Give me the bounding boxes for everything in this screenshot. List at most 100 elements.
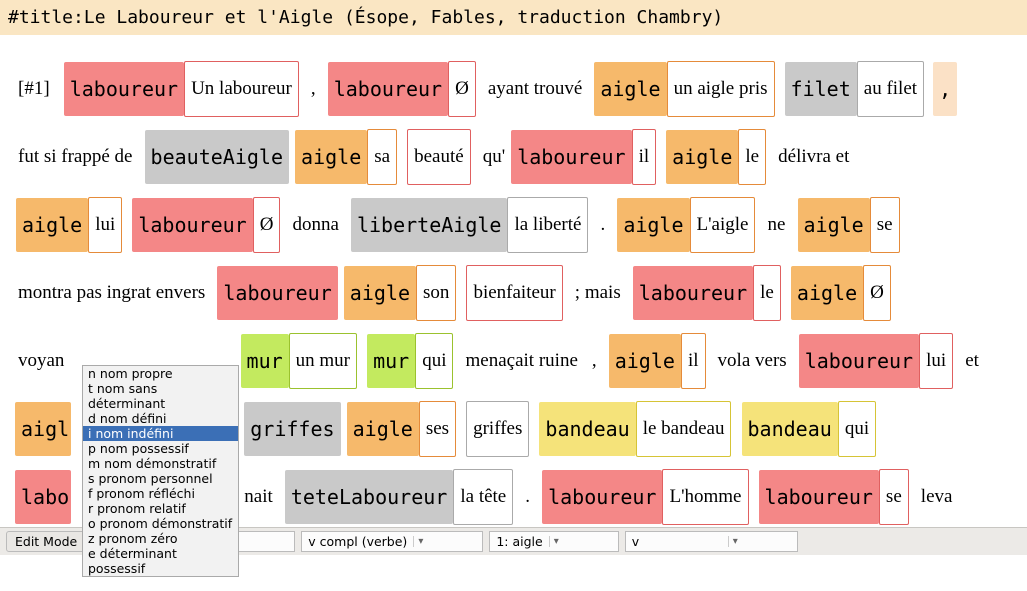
autocomplete-popup[interactable]: n nom propret nom sans déterminantd nom … xyxy=(82,365,239,577)
token-aigle[interactable]: aigle xyxy=(798,198,870,252)
token-mur[interactable]: mur xyxy=(241,334,289,388)
combo-ref[interactable]: 1: aigle ▾ xyxy=(489,531,618,552)
combo-func[interactable]: v compl (verbe) ▾ xyxy=(301,531,483,552)
text-et: et xyxy=(963,334,981,388)
text-au-filet[interactable]: au filet xyxy=(857,61,924,117)
token-laboureur[interactable]: laboureur xyxy=(542,470,662,524)
token-aigle[interactable]: aigle xyxy=(344,266,416,320)
popup-item[interactable]: f pronom réfléchi xyxy=(83,486,238,501)
popup-item[interactable]: o pronom démonstratif xyxy=(83,516,238,531)
edit-mode-button[interactable]: Edit Mode xyxy=(6,531,86,552)
token-aigle[interactable]: aigle xyxy=(609,334,681,388)
text-qui[interactable]: qui xyxy=(838,401,876,457)
title-text: #title:Le Laboureur et l'Aigle (Ésope, F… xyxy=(8,7,723,28)
chevron-down-icon: ▾ xyxy=(413,536,482,547)
token-teteLaboureur[interactable]: teteLaboureur xyxy=(285,470,454,524)
token-laboureur[interactable]: laboureur xyxy=(799,334,919,388)
dot: . xyxy=(523,470,532,524)
combo-ref-text: 1: aigle xyxy=(490,534,548,549)
text-zero[interactable]: Ø xyxy=(253,197,281,253)
token-laboureur[interactable]: laboureur xyxy=(328,62,448,116)
token-aigle[interactable]: aigle xyxy=(666,130,738,184)
text-zero[interactable]: Ø xyxy=(863,265,891,321)
popup-item[interactable]: e déterminant possessif xyxy=(83,546,238,576)
popup-item[interactable]: p nom possessif xyxy=(83,441,238,456)
token-laboureur[interactable]: laboureur xyxy=(64,62,184,116)
popup-item[interactable]: r pronom relatif xyxy=(83,501,238,516)
token-aigle[interactable]: aigle xyxy=(295,130,367,184)
text-la-liberte[interactable]: la liberté xyxy=(507,197,588,253)
token-aigl-cut[interactable]: aigl xyxy=(15,402,71,456)
token-laboureur[interactable]: laboureur xyxy=(633,266,753,320)
comma: , xyxy=(590,334,599,388)
token-liberteAigle[interactable]: liberteAigle xyxy=(351,198,508,252)
text-se[interactable]: se xyxy=(870,197,900,253)
token-aigle[interactable]: aigle xyxy=(16,198,88,252)
text-griffes[interactable]: griffes xyxy=(466,401,529,457)
combo-extra-text: v xyxy=(626,534,728,549)
text-delivra-et: délivra et xyxy=(776,130,851,184)
text-son[interactable]: son xyxy=(416,265,456,321)
text-leva: leva xyxy=(919,470,955,524)
title-bar: #title:Le Laboureur et l'Aigle (Ésope, F… xyxy=(0,0,1027,35)
text-nait: nait xyxy=(244,470,275,524)
text-beaute[interactable]: beauté xyxy=(407,129,471,185)
text-le[interactable]: le xyxy=(753,265,781,321)
popup-item[interactable]: d nom défini xyxy=(83,411,238,426)
text-ses[interactable]: ses xyxy=(419,401,456,457)
token-filet[interactable]: filet xyxy=(785,62,857,116)
text-fut-si-frappe: fut si frappé de xyxy=(16,130,134,184)
combo-func-text: v compl (verbe) xyxy=(302,534,413,549)
text-montra-pas: montra pas ingrat envers xyxy=(16,266,207,320)
text-le-bandeau[interactable]: le bandeau xyxy=(636,401,732,457)
text-qui[interactable]: qui xyxy=(415,333,453,389)
combo-extra[interactable]: v ▾ xyxy=(625,531,798,552)
token-bandeau[interactable]: bandeau xyxy=(539,402,635,456)
popup-item[interactable]: s pronom personnel xyxy=(83,471,238,486)
text-voyan: voyan xyxy=(16,334,64,388)
token-beauteAigle[interactable]: beauteAigle xyxy=(145,130,289,184)
text-lhomme[interactable]: L'homme xyxy=(662,469,748,525)
text-il[interactable]: il xyxy=(632,129,657,185)
comma: , xyxy=(309,62,318,116)
text-sa[interactable]: sa xyxy=(367,129,397,185)
text-se[interactable]: se xyxy=(879,469,909,525)
text-un-aigle-pris[interactable]: un aigle pris xyxy=(667,61,775,117)
text-lui[interactable]: lui xyxy=(919,333,953,389)
comma-unit: , xyxy=(933,62,957,116)
text-lui[interactable]: lui xyxy=(88,197,122,253)
token-laboureur[interactable]: laboureur xyxy=(759,470,879,524)
chevron-down-icon: ▾ xyxy=(728,536,797,547)
text-un-mur[interactable]: un mur xyxy=(289,333,357,389)
text-il[interactable]: il xyxy=(681,333,706,389)
token-aigle[interactable]: aigle xyxy=(347,402,419,456)
text-un-laboureur[interactable]: Un laboureur xyxy=(184,61,299,117)
popup-item[interactable]: z pronom zéro xyxy=(83,531,238,546)
token-aigle[interactable]: aigle xyxy=(791,266,863,320)
text-laigle[interactable]: L'aigle xyxy=(690,197,756,253)
token-aigle[interactable]: aigle xyxy=(617,198,689,252)
token-labo-cut[interactable]: labo xyxy=(15,470,71,524)
token-griffes[interactable]: griffes xyxy=(244,402,340,456)
text-menacait: menaçait ruine xyxy=(464,334,580,388)
token-aigle[interactable]: aigle xyxy=(594,62,666,116)
token-laboureur[interactable]: laboureur xyxy=(132,198,252,252)
text-donna: donna xyxy=(290,198,340,252)
popup-item[interactable]: n nom propre xyxy=(83,366,238,381)
chevron-down-icon: ▾ xyxy=(549,536,618,547)
text-la-tete[interactable]: la tête xyxy=(453,469,513,525)
text-le[interactable]: le xyxy=(738,129,766,185)
text-zero[interactable]: Ø xyxy=(448,61,476,117)
text-semicolon-mais: ; mais xyxy=(573,266,623,320)
popup-item[interactable]: i nom indéfini xyxy=(83,426,238,441)
text-bienfaiteur[interactable]: bienfaiteur xyxy=(466,265,562,321)
token-laboureur[interactable]: laboureur xyxy=(511,130,631,184)
popup-item[interactable]: t nom sans déterminant xyxy=(83,381,238,411)
dot: . xyxy=(599,198,608,252)
popup-item[interactable]: m nom démonstratif xyxy=(83,456,238,471)
token-bandeau[interactable]: bandeau xyxy=(742,402,838,456)
text-vola-vers: vola vers xyxy=(716,334,789,388)
token-mur[interactable]: mur xyxy=(367,334,415,388)
token-laboureur[interactable]: laboureur xyxy=(217,266,337,320)
unit-id: [#1] xyxy=(16,62,52,116)
